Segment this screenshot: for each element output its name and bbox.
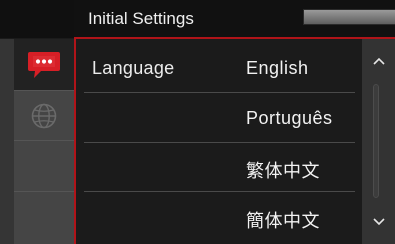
settings-screen: Initial Settings Language English Portug… [0, 0, 395, 244]
title-bar: Initial Settings [0, 0, 395, 38]
language-option-simplified-chinese[interactable]: 簡体中文 [246, 207, 320, 233]
language-option-english[interactable]: English [246, 58, 309, 79]
scroll-down-button[interactable] [362, 200, 395, 244]
list-divider [84, 92, 355, 93]
sidebar-tab-empty-1 [14, 140, 74, 193]
globe-icon [31, 103, 57, 129]
title-bar-corner [0, 0, 74, 38]
language-option-traditional-chinese[interactable]: 繁体中文 [246, 157, 320, 183]
scroll-thumb[interactable] [373, 84, 379, 198]
chat-bubble-icon [28, 51, 60, 78]
list-divider [84, 142, 355, 143]
sidebar-tab-language[interactable] [14, 39, 74, 91]
title-bar-tab [303, 9, 395, 25]
language-list: Language English Português 繁体中文 簡体中文 [76, 39, 362, 244]
list-divider [84, 191, 355, 192]
page-title: Initial Settings [88, 9, 194, 28]
chevron-down-icon [372, 218, 385, 226]
sidebar-edge [0, 39, 14, 244]
sidebar-tab-region[interactable] [14, 90, 74, 142]
sidebar-tab-empty-2 [14, 191, 74, 244]
scroll-up-button[interactable] [362, 39, 395, 83]
chevron-up-icon [372, 57, 385, 65]
language-option-portugues[interactable]: Português [246, 108, 333, 129]
language-label: Language [92, 58, 175, 78]
